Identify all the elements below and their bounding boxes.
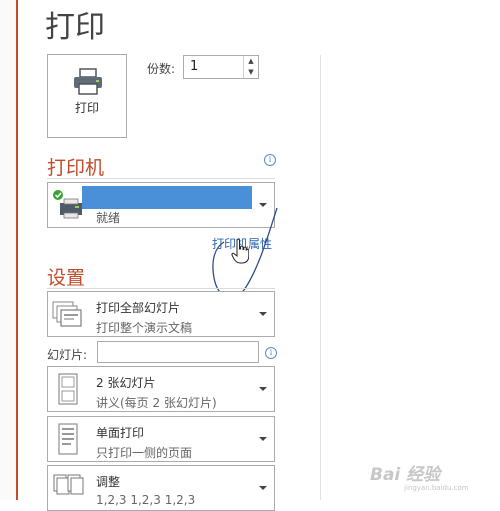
collation-title: 调整 [96, 475, 121, 489]
hand-cursor-icon [231, 238, 249, 264]
collation-subtitle: 1,2,3 1,2,3 1,2,3 [96, 493, 196, 507]
printer-device-icon [53, 190, 82, 219]
copies-value: 1 [190, 59, 199, 74]
sides-subtitle: 只打印一侧的页面 [96, 446, 193, 460]
baidu-watermark: Bai 经验 jingyan.baidu.com [370, 454, 490, 492]
chevron-down-icon [259, 312, 267, 316]
printer-dropdown[interactable]: 就绪 [47, 182, 275, 228]
watermark-text: Bai 经验 [370, 465, 441, 485]
slides-info-icon[interactable]: i [265, 347, 277, 359]
copies-spin[interactable]: ▲ ▼ [243, 56, 258, 78]
pane-divider [320, 55, 321, 500]
decrement-icon[interactable]: ▼ [244, 67, 258, 78]
left-nav-edge [0, 0, 18, 500]
sides-title: 单面打印 [96, 426, 145, 440]
printer-status: 就绪 [96, 211, 121, 225]
printer-name-selection [82, 186, 252, 209]
print-button[interactable]: 打印 [47, 54, 127, 138]
watermark-sub: jingyan.baidu.com [404, 484, 469, 492]
chevron-down-icon [259, 387, 267, 391]
chevron-down-icon [259, 437, 267, 441]
chevron-down-icon [259, 486, 267, 490]
sides-dropdown[interactable]: 单面打印 只打印一侧的页面 [47, 416, 275, 462]
print-range-dropdown[interactable]: 打印全部幻灯片 打印整个演示文稿 [47, 291, 275, 337]
collation-dropdown[interactable]: 调整 1,2,3 1,2,3 1,2,3 [47, 465, 275, 511]
page-title: 打印 [45, 10, 105, 45]
layout-title: 2 张幻灯片 [96, 376, 156, 390]
two-slides-handout-icon [58, 373, 78, 405]
settings-heading: 设置 [47, 267, 86, 289]
print-range-title: 打印全部幻灯片 [96, 301, 181, 315]
printer-info-icon[interactable]: i [264, 154, 276, 166]
increment-icon[interactable]: ▲ [244, 56, 258, 67]
print-button-label: 打印 [74, 101, 99, 115]
slides-input[interactable] [97, 341, 259, 363]
printer-heading: 打印机 [47, 157, 105, 179]
print-range-subtitle: 打印整个演示文稿 [96, 321, 193, 335]
layout-dropdown[interactable]: 2 张幻灯片 讲义(每页 2 张幻灯片) [47, 366, 275, 412]
layout-subtitle: 讲义(每页 2 张幻灯片) [96, 396, 217, 410]
printer-heading-rule [47, 178, 275, 179]
all-slides-icon [52, 301, 82, 327]
chevron-down-icon [259, 203, 267, 207]
settings-heading-rule [47, 288, 275, 289]
single-sided-icon [58, 423, 78, 455]
slides-label: 幻灯片: [47, 348, 88, 362]
copies-label: 份数: [147, 62, 176, 76]
printer-icon [74, 68, 102, 95]
copies-stepper[interactable]: 1 ▲ ▼ [183, 55, 259, 79]
